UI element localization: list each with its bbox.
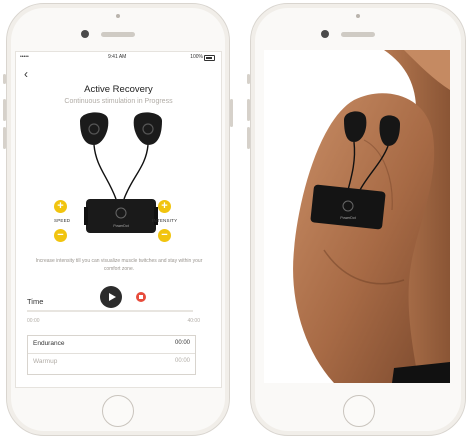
front-camera-icon: [81, 30, 89, 38]
intensity-decrease-button[interactable]: −: [158, 229, 171, 242]
phase-row-endurance[interactable]: Endurance 00:00: [28, 336, 195, 354]
earpiece-speaker: [101, 32, 135, 37]
status-time: 9:41 AM: [108, 54, 127, 60]
power-button: [230, 99, 233, 127]
speed-label: SPEED: [54, 218, 71, 223]
device-brand-text: PowerDot: [340, 216, 355, 220]
front-camera-icon: [321, 30, 329, 38]
total-time: 40:00: [187, 318, 200, 324]
earpiece-speaker: [341, 32, 375, 37]
back-button[interactable]: ‹: [24, 67, 28, 81]
stop-button[interactable]: [136, 292, 146, 302]
sensor-dot: [116, 14, 120, 18]
product-photo: PowerDot: [264, 50, 450, 383]
page-subtitle: Continuous stimulation in Progress: [64, 98, 173, 105]
status-bar: ••••• 9:41 AM 100%: [16, 52, 221, 62]
arm-strap-module: [310, 184, 386, 230]
signal-indicator: •••••: [20, 54, 29, 60]
electrode-pad-right: [133, 112, 162, 145]
mute-switch: [3, 74, 6, 84]
helper-text: Increase intensity till you can visualiz…: [35, 258, 203, 272]
home-button[interactable]: [102, 395, 134, 427]
volume-up-button: [3, 99, 6, 121]
elapsed-time: 00:00: [27, 318, 40, 324]
phase-list: Endurance 00:00 Warmup 00:00: [27, 335, 196, 375]
play-button[interactable]: [100, 286, 122, 308]
phase-row-warmup[interactable]: Warmup 00:00: [28, 354, 195, 371]
electrode-pad-left: [80, 112, 109, 145]
time-label: Time: [27, 297, 44, 306]
mute-switch: [247, 74, 250, 84]
phase-name: Warmup: [33, 358, 58, 365]
time-progress-bar[interactable]: [27, 310, 193, 312]
volume-down-button: [3, 127, 6, 149]
volume-up-button: [247, 99, 250, 121]
volume-down-button: [247, 127, 250, 149]
battery-icon: [204, 55, 215, 61]
lead-wire: [93, 144, 117, 200]
arm-with-device-photo: PowerDot: [293, 50, 450, 383]
device-brand-text: PowerDot: [113, 224, 128, 228]
speed-decrease-button[interactable]: −: [54, 229, 67, 242]
intensity-increase-button[interactable]: +: [158, 200, 171, 213]
page-title: Active Recovery: [84, 84, 153, 95]
phase-time: 00:00: [174, 358, 190, 364]
home-button[interactable]: [343, 395, 375, 427]
speed-increase-button[interactable]: +: [54, 200, 67, 213]
phase-name: Endurance: [33, 340, 65, 347]
battery-percent: 100%: [190, 54, 203, 60]
app-screen: ••••• 9:41 AM 100% ‹ Active Recovery Con…: [15, 51, 222, 388]
intensity-label: INTENSITY: [152, 218, 178, 223]
sensor-dot: [356, 14, 360, 18]
phase-time: 00:00: [174, 340, 190, 346]
